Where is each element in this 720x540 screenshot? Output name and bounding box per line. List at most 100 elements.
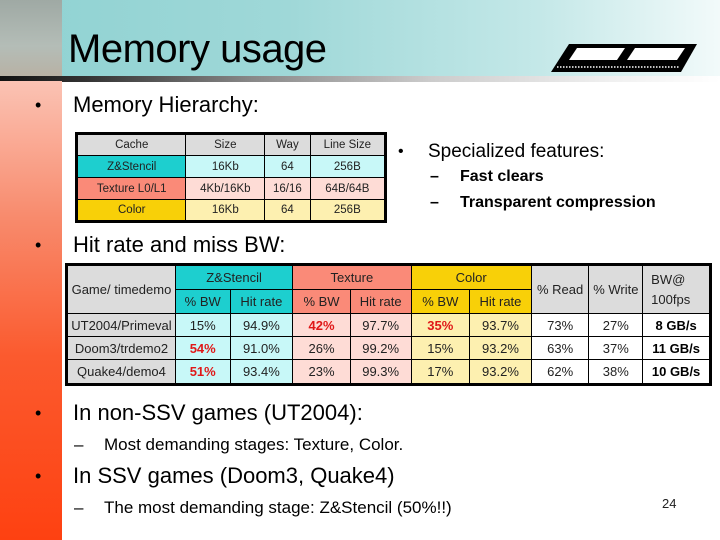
table-row: Quake4/demo4 51% 93.4% 23% 99.3% 17% 93.… <box>66 359 711 385</box>
sub-header-cell: % BW <box>292 289 351 314</box>
zstencil-hit-cell: 94.9% <box>229 312 294 338</box>
header-cell: Cache <box>75 133 187 156</box>
sub-bullet-transparent-compression: – Transparent compression <box>430 192 656 214</box>
texture-hit-cell: 99.2% <box>349 336 412 361</box>
bullet-text: Memory Hierarchy: <box>73 92 259 117</box>
dash-glyph: – <box>430 194 439 211</box>
write-cell: 38% <box>588 359 644 385</box>
bullet-text: In SSV games (Doom3, Quake4) <box>73 463 395 488</box>
table-cell: 16/16 <box>264 177 311 200</box>
color-hit-cell: 93.7% <box>469 312 532 338</box>
bullet-hit-rate: • Hit rate and miss BW: <box>35 231 286 259</box>
write-cell: 37% <box>588 336 644 361</box>
zstencil-hit-cell: 93.4% <box>229 359 294 385</box>
color-group-header: Color <box>410 264 532 290</box>
table-cell: 64 <box>264 155 311 178</box>
table-row: Texture L0/L1 4Kb/16Kb 16/16 64B/64B <box>75 177 387 200</box>
sub-bullet-text: Transparent compression <box>460 194 656 211</box>
bullet-text: In non-SSV games (UT2004): <box>73 400 363 425</box>
table-cell: 256B <box>309 199 387 222</box>
table-header-row: Cache Size Way Line Size <box>75 133 387 156</box>
zstencil-bw-cell: 51% <box>174 359 231 385</box>
read-cell: 73% <box>530 312 590 338</box>
game-cell: Quake4/demo4 <box>66 359 176 385</box>
texture-bw-cell: 23% <box>292 359 351 385</box>
read-cell: 62% <box>530 359 590 385</box>
bw-header-cell: BW@ 100fps <box>642 264 711 314</box>
bullet-memory-hierarchy: • Memory Hierarchy: <box>35 91 259 119</box>
sub-header-cell: Hit rate <box>469 289 532 314</box>
sub-bullet-ssv: – The most demanding stage: Z&Stencil (5… <box>74 497 452 519</box>
table-cell: 16Kb <box>185 155 266 178</box>
texture-bw-cell: 26% <box>292 336 351 361</box>
write-cell: 27% <box>588 312 644 338</box>
texture-group-header: Texture <box>292 264 412 290</box>
sub-bullet-fast-clears: – Fast clears <box>430 166 544 188</box>
sub-bullet-text: The most demanding stage: Z&Stencil (50%… <box>104 498 452 517</box>
color-bw-cell: 17% <box>410 359 471 385</box>
game-header-cell: Game/ timedemo <box>66 264 176 314</box>
bullet-ssv-games: • In SSV games (Doom3, Quake4) <box>35 462 395 490</box>
table-row: Color 16Kb 64 256B <box>75 199 387 222</box>
zstencil-group-header: Z&Stencil <box>174 264 294 290</box>
game-cell: UT2004/Primeval <box>66 312 176 338</box>
memory-hierarchy-table: Cache Size Way Line Size Z&Stencil 16Kb … <box>75 132 387 223</box>
table-cell: 64 <box>264 199 311 222</box>
header-cell: Way <box>264 133 311 156</box>
color-hit-cell: 93.2% <box>469 359 532 385</box>
sub-header-cell: % BW <box>174 289 231 314</box>
cache-name-cell: Z&Stencil <box>75 155 187 178</box>
title-band-corner <box>0 0 62 77</box>
bullet-text: Specialized features: <box>428 141 605 162</box>
texture-hit-cell: 99.3% <box>349 359 412 385</box>
cache-name-cell: Color <box>75 199 187 222</box>
write-header-cell: % Write <box>588 264 644 314</box>
sub-bullet-text: Fast clears <box>460 168 544 185</box>
sub-header-cell: % BW <box>410 289 471 314</box>
slide-title: Memory usage <box>68 27 327 71</box>
sub-bullet-non-ssv: – Most demanding stages: Texture, Color. <box>74 434 404 456</box>
table-row: UT2004/Primeval 15% 94.9% 42% 97.7% 35% … <box>66 312 711 338</box>
table-cell: 16Kb <box>185 199 266 222</box>
color-bw-cell: 15% <box>410 336 471 361</box>
table-row: Z&Stencil 16Kb 64 256B <box>75 155 387 178</box>
table-cell: 4Kb/16Kb <box>185 177 266 200</box>
bullet-dot: • <box>35 95 42 115</box>
memory-module-icon <box>551 44 697 72</box>
dash-glyph: – <box>74 498 84 517</box>
bullet-dot: • <box>35 466 42 486</box>
bullet-text: Hit rate and miss BW: <box>73 232 286 257</box>
table-cell: 256B <box>309 155 387 178</box>
cache-name-cell: Texture L0/L1 <box>75 177 187 200</box>
texture-hit-cell: 97.7% <box>349 312 412 338</box>
table-group-header-row: Game/ timedemo Z&Stencil Texture Color %… <box>66 264 711 314</box>
sub-bullet-text: Most demanding stages: Texture, Color. <box>104 435 404 454</box>
dash-glyph: – <box>430 168 439 185</box>
sub-header-cell: Hit rate <box>229 289 294 314</box>
header-cell: Line Size <box>309 133 387 156</box>
zstencil-bw-cell: 54% <box>174 336 231 361</box>
table-cell: 64B/64B <box>309 177 387 200</box>
hit-rate-table: Game/ timedemo Z&Stencil Texture Color %… <box>65 263 712 386</box>
bullet-specialized-features: • Specialized features: <box>398 138 605 166</box>
read-header-cell: % Read <box>530 264 590 314</box>
bw-cell: 8 GB/s <box>642 312 711 338</box>
texture-bw-cell: 42% <box>292 312 351 338</box>
game-cell: Doom3/trdemo2 <box>66 336 176 361</box>
color-bw-cell: 35% <box>410 312 471 338</box>
bw-cell: 10 GB/s <box>642 359 711 385</box>
color-hit-cell: 93.2% <box>469 336 532 361</box>
header-cell: Size <box>185 133 266 156</box>
bullet-dot: • <box>35 235 42 255</box>
zstencil-hit-cell: 91.0% <box>229 336 294 361</box>
zstencil-bw-cell: 15% <box>174 312 231 338</box>
page-number: 24 <box>662 496 677 511</box>
sub-header-cell: Hit rate <box>349 289 412 314</box>
bullet-non-ssv-games: • In non-SSV games (UT2004): <box>35 399 363 427</box>
read-cell: 63% <box>530 336 590 361</box>
bullet-dot: • <box>398 143 404 160</box>
left-accent-bar <box>0 81 62 540</box>
bullet-dot: • <box>35 403 42 423</box>
table-row: Doom3/trdemo2 54% 91.0% 26% 99.2% 15% 93… <box>66 336 711 361</box>
bw-cell: 11 GB/s <box>642 336 711 361</box>
